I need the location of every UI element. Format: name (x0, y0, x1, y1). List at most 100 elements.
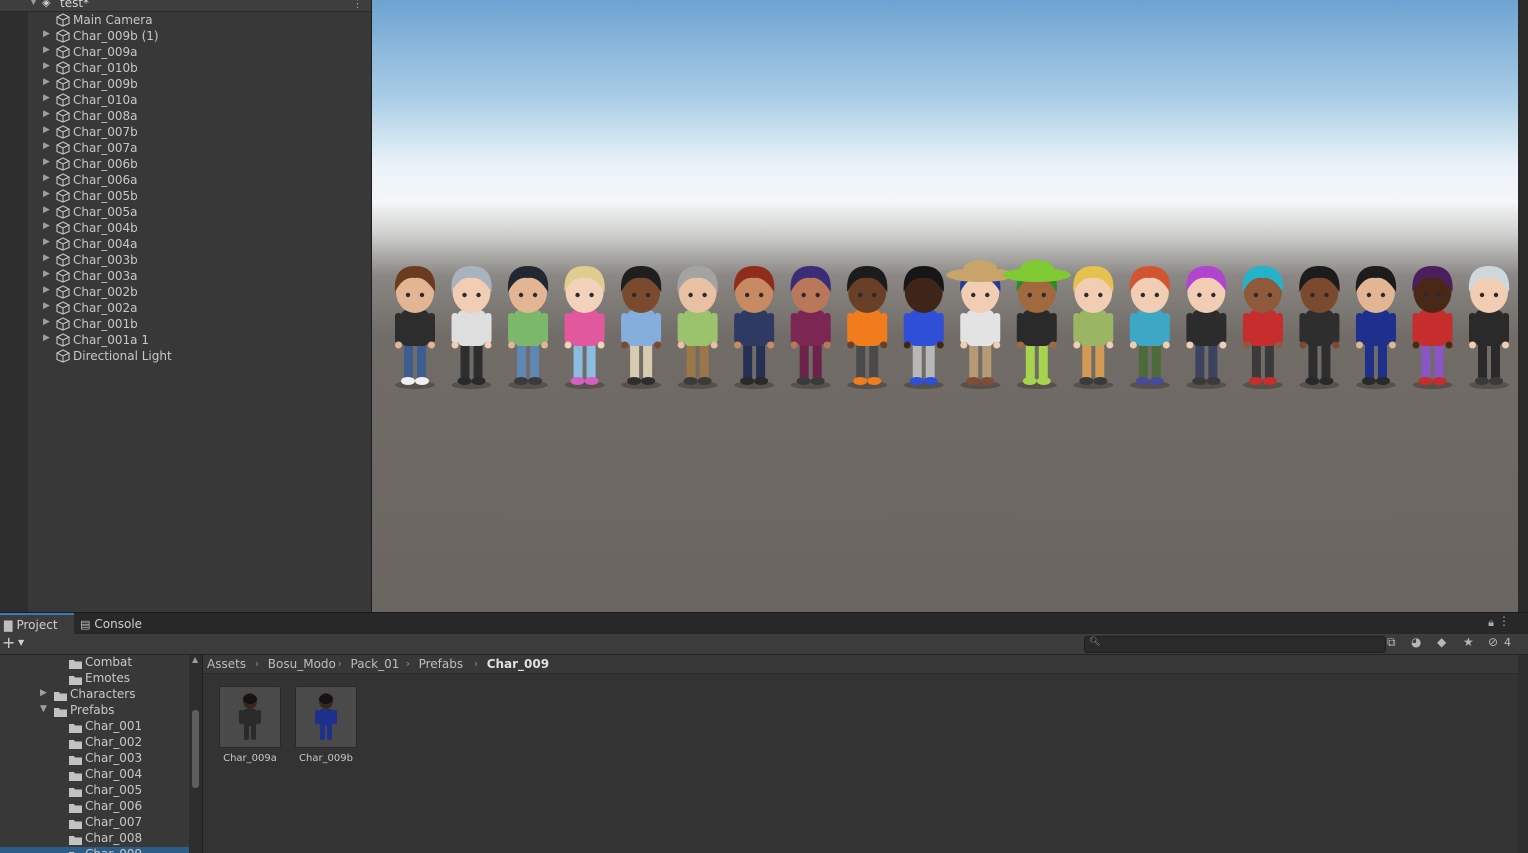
expand-arrow-icon[interactable]: ▶ (43, 125, 50, 135)
hierarchy-item[interactable]: Main Camera (28, 12, 371, 28)
expand-arrow-icon[interactable]: ▶ (43, 77, 50, 87)
folder-item[interactable]: ▶ Characters (0, 687, 189, 703)
folder-item[interactable]: Char_008 (0, 831, 189, 847)
expand-arrow-icon[interactable]: ▶ (43, 141, 50, 151)
add-button[interactable]: + (2, 634, 15, 652)
panel-menu-icon[interactable]: ⋮ (1498, 614, 1510, 628)
expand-arrow-icon[interactable]: ▶ (43, 317, 50, 327)
hierarchy-item[interactable]: ▶ Char_004a (28, 236, 371, 252)
expand-arrow-icon[interactable]: ▶ (43, 29, 50, 39)
hierarchy-item[interactable]: ▶ Char_001b (28, 316, 371, 332)
asset-scrollbar[interactable] (1518, 655, 1528, 853)
hidden-packages-icon[interactable]: ⊘ (1488, 635, 1498, 649)
character-model[interactable] (1073, 266, 1114, 389)
breadcrumb-item[interactable]: Char_009 (487, 656, 549, 672)
expand-arrow-icon[interactable]: ▶ (43, 237, 50, 247)
expand-arrow-icon[interactable]: ▶ (43, 93, 50, 103)
expand-arrow-icon[interactable]: ▶ (43, 333, 50, 343)
hierarchy-item[interactable]: ▶ Char_007a (28, 140, 371, 156)
scene-menu-icon[interactable]: ⋮ (352, 0, 363, 10)
character-model[interactable] (847, 266, 888, 389)
hierarchy-item[interactable]: ▶ Char_006b (28, 156, 371, 172)
folder-item[interactable]: Char_003 (0, 751, 189, 767)
folder-item[interactable]: Char_004 (0, 767, 189, 783)
character-model[interactable] (564, 266, 605, 389)
collapse-arrow-icon[interactable]: ▼ (40, 704, 47, 714)
expand-arrow-icon[interactable]: ▶ (43, 61, 50, 71)
folder-item[interactable]: Emotes (0, 671, 189, 687)
hierarchy-item[interactable]: ▶ Char_009a (28, 44, 371, 60)
expand-arrow-icon[interactable]: ▶ (40, 688, 47, 698)
character-model[interactable] (903, 266, 944, 389)
folder-item[interactable]: Char_006 (0, 799, 189, 815)
folder-item[interactable]: Char_009 (0, 847, 189, 853)
scene-view[interactable] (372, 0, 1518, 612)
expand-arrow-icon[interactable]: ▶ (43, 221, 50, 231)
asset-item[interactable]: Char_009a (219, 686, 281, 764)
folder-tree-scrollbar[interactable]: ▲ (189, 655, 202, 853)
scroll-up-icon[interactable]: ▲ (192, 655, 198, 664)
hierarchy-item[interactable]: ▶ Char_003b (28, 252, 371, 268)
tab-project[interactable]: ▇ Project (0, 613, 74, 635)
character-model[interactable] (677, 266, 718, 389)
hierarchy-item[interactable]: ▶ Char_009b (1) (28, 28, 371, 44)
hierarchy-item[interactable]: ▶ Char_001a 1 (28, 332, 371, 348)
hierarchy-item[interactable]: ▶ Char_003a (28, 268, 371, 284)
expand-arrow-icon[interactable]: ▶ (43, 45, 50, 55)
character-model[interactable] (1129, 266, 1171, 389)
character-model[interactable] (620, 266, 662, 389)
expand-arrow-icon[interactable]: ▶ (43, 253, 50, 263)
expand-arrow-icon[interactable]: ▶ (43, 285, 50, 295)
breadcrumb-item[interactable]: Prefabs (419, 656, 464, 672)
chevron-down-icon[interactable]: ▼ (18, 636, 24, 650)
character-model[interactable] (451, 266, 492, 389)
character-model[interactable] (1355, 266, 1397, 389)
hierarchy-item[interactable]: ▶ Char_007b (28, 124, 371, 140)
character-model[interactable] (946, 260, 1015, 389)
breadcrumb-item[interactable]: Pack_01 (351, 656, 400, 672)
character-model[interactable] (1186, 266, 1227, 389)
expand-arrow-icon[interactable]: ▶ (43, 157, 50, 167)
filter-by-type-icon[interactable]: ◕ (1411, 635, 1421, 649)
scrollbar-thumb[interactable] (192, 710, 199, 788)
character-model[interactable] (1468, 266, 1510, 389)
filter-by-label-icon[interactable]: ◆ (1437, 635, 1446, 649)
character-model[interactable] (394, 266, 436, 389)
tab-console[interactable]: ▤ Console (76, 613, 156, 635)
character-model[interactable] (507, 266, 549, 389)
favorites-star-icon[interactable]: ★ (1463, 635, 1474, 649)
folder-item[interactable]: Char_001 (0, 719, 189, 735)
character-model[interactable] (790, 266, 831, 389)
folder-item[interactable]: Char_005 (0, 783, 189, 799)
hierarchy-item[interactable]: ▶ Char_010a (28, 92, 371, 108)
search-input[interactable]: 🔍︎ (1084, 636, 1386, 653)
hierarchy-item[interactable]: ▶ Char_010b (28, 60, 371, 76)
hierarchy-item[interactable]: ▶ Char_002b (28, 284, 371, 300)
character-model[interactable] (1299, 266, 1340, 389)
hierarchy-item[interactable]: ▶ Char_005b (28, 188, 371, 204)
expand-arrow-icon[interactable]: ▶ (43, 173, 50, 183)
hierarchy-item[interactable]: ▶ Char_005a (28, 204, 371, 220)
character-model[interactable] (1412, 266, 1453, 389)
folder-item[interactable]: ▼ Prefabs (0, 703, 189, 719)
folder-item[interactable]: Char_007 (0, 815, 189, 831)
search-by-type-icon[interactable]: ⧉ (1387, 635, 1396, 650)
breadcrumb-item[interactable]: Bosu_Modo (268, 656, 336, 672)
expand-arrow-icon[interactable]: ▶ (43, 205, 50, 215)
hierarchy-item[interactable]: ▶ Char_004b (28, 220, 371, 236)
scene-expand-arrow-icon[interactable]: ▼ (30, 0, 37, 7)
hierarchy-item[interactable]: ▶ Char_009b (28, 76, 371, 92)
character-model[interactable] (1002, 260, 1071, 389)
hierarchy-item[interactable]: Directional Light (28, 348, 371, 364)
hierarchy-item[interactable]: ▶ Char_008a (28, 108, 371, 124)
folder-item[interactable]: Combat (0, 655, 189, 671)
hierarchy-item[interactable]: ▶ Char_002a (28, 300, 371, 316)
breadcrumb-item[interactable]: Assets (207, 656, 246, 672)
expand-arrow-icon[interactable]: ▶ (43, 301, 50, 311)
scene-header-row[interactable]: ▼ ◈ test* ⋮ (0, 0, 371, 12)
folder-item[interactable]: Char_002 (0, 735, 189, 751)
hierarchy-item[interactable]: ▶ Char_006a (28, 172, 371, 188)
lock-icon[interactable]: 🔒︎ (1488, 616, 1494, 630)
expand-arrow-icon[interactable]: ▶ (43, 269, 50, 279)
expand-arrow-icon[interactable]: ▶ (43, 109, 50, 119)
